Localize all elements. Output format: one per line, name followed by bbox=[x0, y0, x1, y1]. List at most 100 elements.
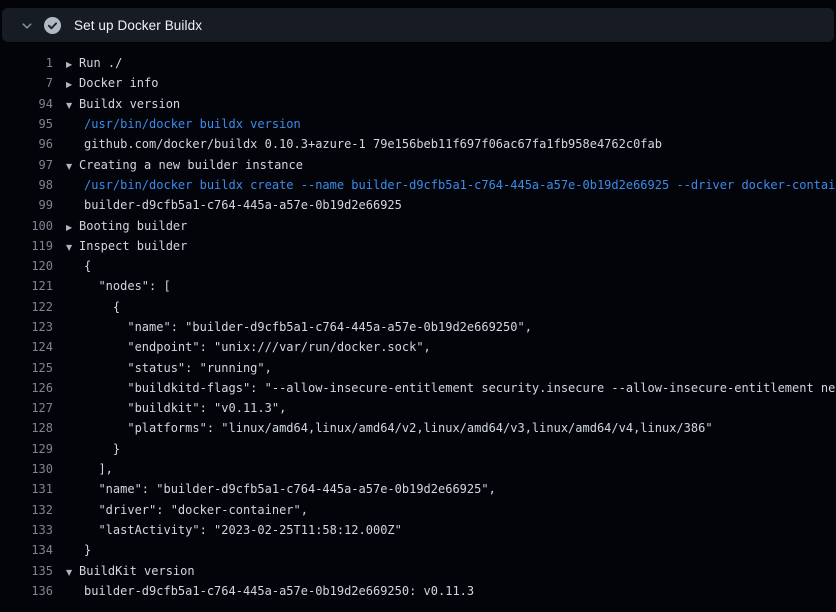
line-number[interactable]: 133 bbox=[0, 523, 53, 537]
log-group-title: Docker info bbox=[79, 76, 158, 90]
log-text: "driver": "docker-container", bbox=[53, 503, 308, 517]
log-line: 135▼BuildKit version bbox=[0, 560, 836, 580]
log-text: builder-d9cfb5a1-c764-445a-a57e-0b19d2e6… bbox=[53, 584, 474, 598]
log-text: "buildkitd-flags": "--allow-insecure-ent… bbox=[53, 381, 836, 395]
log-group-title: Buildx version bbox=[79, 97, 180, 111]
log-line: 122 { bbox=[0, 297, 836, 317]
log-line: 127 "buildkit": "v0.11.3", bbox=[0, 398, 836, 418]
check-circle-icon bbox=[44, 17, 61, 34]
line-number[interactable]: 127 bbox=[0, 401, 53, 415]
log-text: "endpoint": "unix:///var/run/docker.sock… bbox=[53, 340, 431, 354]
log-text: { bbox=[53, 259, 91, 273]
log-group-title: Run ./ bbox=[79, 56, 122, 70]
log-line: 124 "endpoint": "unix:///var/run/docker.… bbox=[0, 337, 836, 357]
log-line: 125 "status": "running", bbox=[0, 357, 836, 377]
log-group-toggle[interactable]: ▶Docker info bbox=[53, 76, 158, 90]
line-number[interactable]: 98 bbox=[0, 178, 53, 192]
log-command-text: /usr/bin/docker buildx version bbox=[53, 117, 301, 131]
line-number[interactable]: 130 bbox=[0, 462, 53, 476]
line-number[interactable]: 132 bbox=[0, 503, 53, 517]
log-line: 120{ bbox=[0, 256, 836, 276]
line-number[interactable]: 97 bbox=[0, 158, 53, 172]
log-line: 132 "driver": "docker-container", bbox=[0, 500, 836, 520]
log-text: "buildkit": "v0.11.3", bbox=[53, 401, 286, 415]
log-line: 130 ], bbox=[0, 459, 836, 479]
log-group-toggle[interactable]: ▶Booting builder bbox=[53, 219, 187, 233]
log-line: 121 "nodes": [ bbox=[0, 276, 836, 296]
log-line: 96github.com/docker/buildx 0.10.3+azure-… bbox=[0, 134, 836, 154]
log-line: 98/usr/bin/docker buildx create --name b… bbox=[0, 175, 836, 195]
log-line: 129 } bbox=[0, 439, 836, 459]
line-number[interactable]: 100 bbox=[0, 219, 53, 233]
log-text: } bbox=[53, 543, 91, 557]
log-group-toggle[interactable]: ▼Creating a new builder instance bbox=[53, 158, 303, 172]
log-line: 7▶Docker info bbox=[0, 73, 836, 93]
log-line: 136builder-d9cfb5a1-c764-445a-a57e-0b19d… bbox=[0, 581, 836, 601]
triangle-right-icon: ▶ bbox=[66, 60, 79, 69]
log-group-title: Creating a new builder instance bbox=[79, 158, 303, 172]
log-line: 119▼Inspect builder bbox=[0, 236, 836, 256]
log-line: 99builder-d9cfb5a1-c764-445a-a57e-0b19d2… bbox=[0, 195, 836, 215]
log-line: 131 "name": "builder-d9cfb5a1-c764-445a-… bbox=[0, 479, 836, 499]
log-group-title: Booting builder bbox=[79, 219, 187, 233]
triangle-right-icon: ▶ bbox=[66, 223, 79, 232]
log-line: 123 "name": "builder-d9cfb5a1-c764-445a-… bbox=[0, 317, 836, 337]
line-number[interactable]: 95 bbox=[0, 117, 53, 131]
log-text: "status": "running", bbox=[53, 361, 272, 375]
log-text: "name": "builder-d9cfb5a1-c764-445a-a57e… bbox=[53, 482, 496, 496]
log-command-text: /usr/bin/docker buildx create --name bui… bbox=[53, 178, 836, 192]
log-group-toggle[interactable]: ▼Inspect builder bbox=[53, 239, 187, 253]
triangle-down-icon: ▼ bbox=[66, 101, 79, 110]
step-header[interactable]: Set up Docker Buildx bbox=[2, 8, 834, 42]
line-number[interactable]: 7 bbox=[0, 76, 53, 90]
log-group-toggle[interactable]: ▼Buildx version bbox=[53, 97, 180, 111]
log-line: 100▶Booting builder bbox=[0, 215, 836, 235]
step-title: Set up Docker Buildx bbox=[74, 18, 202, 33]
line-number[interactable]: 124 bbox=[0, 340, 53, 354]
log-text: ], bbox=[53, 462, 113, 476]
log-line: 94▼Buildx version bbox=[0, 94, 836, 114]
log-text: "lastActivity": "2023-02-25T11:58:12.000… bbox=[53, 523, 402, 537]
line-number[interactable]: 136 bbox=[0, 584, 53, 598]
log-text: github.com/docker/buildx 0.10.3+azure-1 … bbox=[53, 137, 662, 151]
log-line: 134} bbox=[0, 540, 836, 560]
triangle-right-icon: ▶ bbox=[66, 80, 79, 89]
line-number[interactable]: 135 bbox=[0, 564, 53, 578]
log-text: builder-d9cfb5a1-c764-445a-a57e-0b19d2e6… bbox=[53, 198, 402, 212]
log-line: 1▶Run ./ bbox=[0, 53, 836, 73]
log-group-title: Inspect builder bbox=[79, 239, 187, 253]
log-group-toggle[interactable]: ▼BuildKit version bbox=[53, 564, 195, 578]
log-lines: 1▶Run ./7▶Docker info94▼Buildx version95… bbox=[0, 42, 836, 601]
line-number[interactable]: 99 bbox=[0, 198, 53, 212]
log-line: 128 "platforms": "linux/amd64,linux/amd6… bbox=[0, 418, 836, 438]
line-number[interactable]: 120 bbox=[0, 259, 53, 273]
line-number[interactable]: 131 bbox=[0, 482, 53, 496]
log-text: "name": "builder-d9cfb5a1-c764-445a-a57e… bbox=[53, 320, 532, 334]
line-number[interactable]: 134 bbox=[0, 543, 53, 557]
log-line: 97▼Creating a new builder instance bbox=[0, 154, 836, 174]
line-number[interactable]: 123 bbox=[0, 320, 53, 334]
line-number[interactable]: 121 bbox=[0, 279, 53, 293]
triangle-down-icon: ▼ bbox=[66, 162, 79, 171]
triangle-down-icon: ▼ bbox=[66, 243, 79, 252]
log-group-toggle[interactable]: ▶Run ./ bbox=[53, 56, 122, 70]
chevron-down-icon[interactable] bbox=[20, 19, 34, 33]
line-number[interactable]: 119 bbox=[0, 239, 53, 253]
line-number[interactable]: 128 bbox=[0, 421, 53, 435]
line-number[interactable]: 96 bbox=[0, 137, 53, 151]
line-number[interactable]: 126 bbox=[0, 381, 53, 395]
line-number[interactable]: 94 bbox=[0, 97, 53, 111]
line-number[interactable]: 125 bbox=[0, 361, 53, 375]
log-line: 95/usr/bin/docker buildx version bbox=[0, 114, 836, 134]
log-text: "nodes": [ bbox=[53, 279, 171, 293]
log-text: } bbox=[53, 442, 120, 456]
log-group-title: BuildKit version bbox=[79, 564, 195, 578]
log-text: { bbox=[53, 300, 120, 314]
line-number[interactable]: 1 bbox=[0, 56, 53, 70]
log-line: 133 "lastActivity": "2023-02-25T11:58:12… bbox=[0, 520, 836, 540]
line-number[interactable]: 122 bbox=[0, 300, 53, 314]
log-text: "platforms": "linux/amd64,linux/amd64/v2… bbox=[53, 421, 713, 435]
triangle-down-icon: ▼ bbox=[66, 568, 79, 577]
line-number[interactable]: 129 bbox=[0, 442, 53, 456]
log-line: 126 "buildkitd-flags": "--allow-insecure… bbox=[0, 378, 836, 398]
